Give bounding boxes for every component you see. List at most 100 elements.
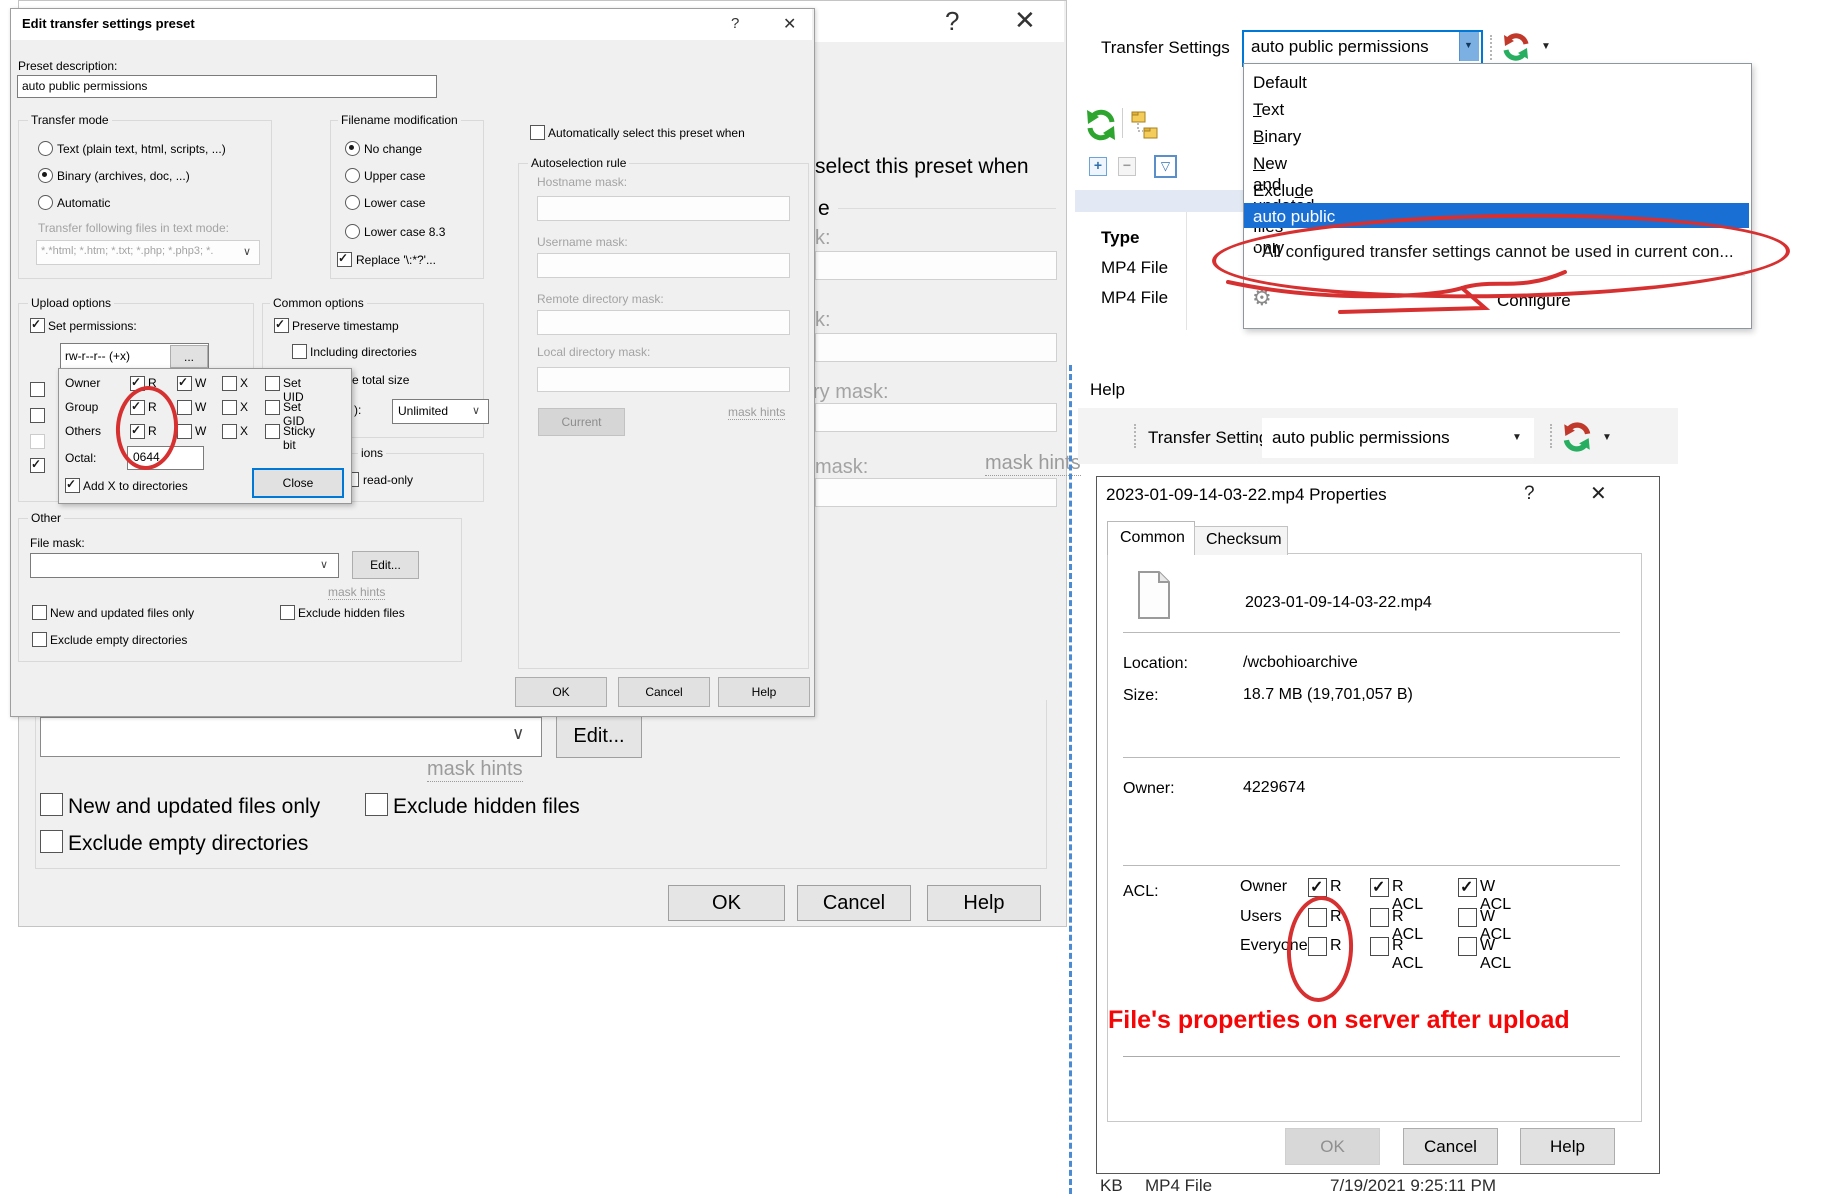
- file-row-type-1[interactable]: MP4 File: [1101, 258, 1168, 278]
- radio-upper-case-label: Upper case: [364, 169, 425, 183]
- file-mask-combo[interactable]: [30, 553, 339, 578]
- sync-menu-arrow-icon[interactable]: ▼: [1541, 41, 1551, 52]
- auto-select-checkbox[interactable]: [530, 125, 545, 140]
- set-permissions-checkbox[interactable]: [30, 318, 45, 333]
- big-fragment-mask: mask:: [815, 456, 868, 479]
- big-mask-hints-link[interactable]: mask hints: [985, 452, 1081, 476]
- perm-set-gid-checkbox[interactable]: [265, 400, 280, 415]
- including-directories-checkbox[interactable]: [292, 344, 307, 359]
- speed-combo-chevron-icon[interactable]: ∨: [472, 404, 480, 417]
- cancel-button[interactable]: Cancel: [618, 677, 710, 707]
- big-exclude-empty-checkbox[interactable]: [40, 830, 63, 853]
- combo-arrow-icon-2[interactable]: ▼: [1512, 432, 1522, 443]
- big-file-mask-combo[interactable]: [40, 717, 542, 757]
- separator-1: [1123, 632, 1620, 633]
- file-mask-label: File mask:: [30, 536, 85, 550]
- acl-users-w-acl-checkbox[interactable]: [1458, 908, 1477, 927]
- new-updated-checkbox[interactable]: [32, 605, 47, 620]
- toolbar-grip-2[interactable]: [1134, 424, 1136, 448]
- big-help-button[interactable]: ?: [945, 6, 959, 37]
- filter-icon[interactable]: ▽: [1154, 155, 1177, 178]
- speed-combo-value: Unlimited: [398, 404, 448, 418]
- acl-owner-w-acl-checkbox[interactable]: [1458, 878, 1477, 897]
- perm-row-name: Others: [65, 424, 101, 438]
- big-input-fragment-1[interactable]: [815, 251, 1057, 280]
- perm-owner-x-checkbox[interactable]: [222, 376, 237, 391]
- perm-others-x-checkbox[interactable]: [222, 424, 237, 439]
- replace-chars-checkbox[interactable]: [337, 252, 352, 267]
- separator-4: [1123, 1056, 1620, 1057]
- refresh-icon[interactable]: [1084, 106, 1118, 142]
- sync-icon-2[interactable]: [1560, 420, 1594, 454]
- ok-button[interactable]: OK: [515, 677, 607, 707]
- acl-users-r-acl-checkbox[interactable]: [1370, 908, 1389, 927]
- hidden-upload-checkbox-2[interactable]: [30, 408, 45, 423]
- help-button[interactable]: Help: [718, 677, 810, 707]
- add-x-directories-checkbox[interactable]: [65, 478, 80, 493]
- big-exclude-hidden-checkbox[interactable]: [365, 793, 388, 816]
- location-label: Location:: [1123, 655, 1188, 673]
- radio-no-change-label: No change: [364, 142, 422, 156]
- hidden-upload-checkbox-4[interactable]: [30, 458, 45, 473]
- big-input-fragment-2[interactable]: [815, 333, 1057, 362]
- radio-lower-case[interactable]: [345, 195, 360, 210]
- radio-lower-case-83[interactable]: [345, 224, 360, 239]
- dialog-close-button[interactable]: ✕: [783, 14, 796, 34]
- perm-set-uid-checkbox[interactable]: [265, 376, 280, 391]
- big-input-fragment-4[interactable]: [815, 478, 1057, 507]
- size-value: 18.7 MB (19,701,057 B): [1243, 686, 1413, 704]
- menu-item-2[interactable]: Binary: [1253, 126, 1301, 147]
- perm-others-w-checkbox[interactable]: [177, 424, 192, 439]
- big-edit-button[interactable]: Edit...: [556, 714, 642, 758]
- big-mask-hints-bottom-link[interactable]: mask hints: [427, 758, 523, 782]
- sync-menu-arrow-icon-2[interactable]: ▼: [1602, 432, 1612, 443]
- radio-text-mode[interactable]: [38, 141, 53, 156]
- big-close-button[interactable]: ✕: [1014, 5, 1036, 36]
- dialog-help-button[interactable]: ?: [731, 15, 739, 32]
- add-filter-icon[interactable]: +: [1089, 157, 1107, 176]
- acl-owner-r-acl-checkbox[interactable]: [1370, 878, 1389, 897]
- big-ok-button[interactable]: OK: [668, 885, 785, 921]
- properties-help-button-bottom[interactable]: Help: [1520, 1128, 1615, 1165]
- acl-owner-r-checkbox[interactable]: [1308, 878, 1327, 897]
- big-cancel-button[interactable]: Cancel: [797, 885, 911, 921]
- close-button[interactable]: Close: [252, 468, 344, 498]
- file-mask-edit-button[interactable]: Edit...: [352, 551, 419, 579]
- big-combo-chevron-icon[interactable]: ∨: [512, 724, 524, 744]
- big-exclude-hidden-label: Exclude hidden files: [393, 795, 580, 819]
- menu-item-0[interactable]: Default: [1253, 72, 1307, 93]
- properties-cancel-button[interactable]: Cancel: [1403, 1128, 1498, 1165]
- radio-automatic-mode[interactable]: [38, 195, 53, 210]
- toolbar-grip-3[interactable]: [1550, 424, 1552, 448]
- help-menu[interactable]: Help: [1090, 380, 1125, 400]
- menu-item-1[interactable]: Text: [1253, 99, 1284, 120]
- perm-group-x-checkbox[interactable]: [222, 400, 237, 415]
- properties-close-button[interactable]: ✕: [1590, 481, 1607, 506]
- big-input-fragment-3[interactable]: [815, 403, 1057, 432]
- preserve-timestamp-checkbox[interactable]: [274, 318, 289, 333]
- radio-upper-case[interactable]: [345, 168, 360, 183]
- properties-help-button[interactable]: ?: [1524, 483, 1535, 505]
- permissions-ellipsis-button[interactable]: ...: [170, 345, 208, 368]
- perm-sticky-bit-checkbox[interactable]: [265, 424, 280, 439]
- file-row-type-2[interactable]: MP4 File: [1101, 288, 1168, 308]
- toolbar-grip[interactable]: [1490, 35, 1492, 60]
- file-mask-combo-chevron-icon[interactable]: ∨: [320, 558, 328, 571]
- mask-hints-link[interactable]: mask hints: [328, 585, 385, 600]
- perm-owner-w-checkbox[interactable]: [177, 376, 192, 391]
- big-help-button-bottom[interactable]: Help: [927, 885, 1041, 921]
- perm-group-w-checkbox[interactable]: [177, 400, 192, 415]
- exclude-empty-checkbox[interactable]: [32, 632, 47, 647]
- synchronize-browsing-icon[interactable]: [1130, 110, 1160, 142]
- type-column-header[interactable]: Type: [1101, 228, 1139, 248]
- hidden-upload-checkbox-1[interactable]: [30, 382, 45, 397]
- exclude-hidden-checkbox[interactable]: [280, 605, 295, 620]
- transfer-settings-sync-icon[interactable]: [1500, 31, 1532, 63]
- transfer-settings-label-2: Transfer Settings: [1148, 428, 1277, 448]
- other-title: Other: [28, 511, 64, 525]
- radio-no-change[interactable]: [345, 141, 360, 156]
- acl-everyone-r-acl-checkbox[interactable]: [1370, 937, 1389, 956]
- big-new-updated-checkbox[interactable]: [40, 793, 63, 816]
- acl-everyone-w-acl-checkbox[interactable]: [1458, 937, 1477, 956]
- radio-binary-mode[interactable]: [38, 168, 53, 183]
